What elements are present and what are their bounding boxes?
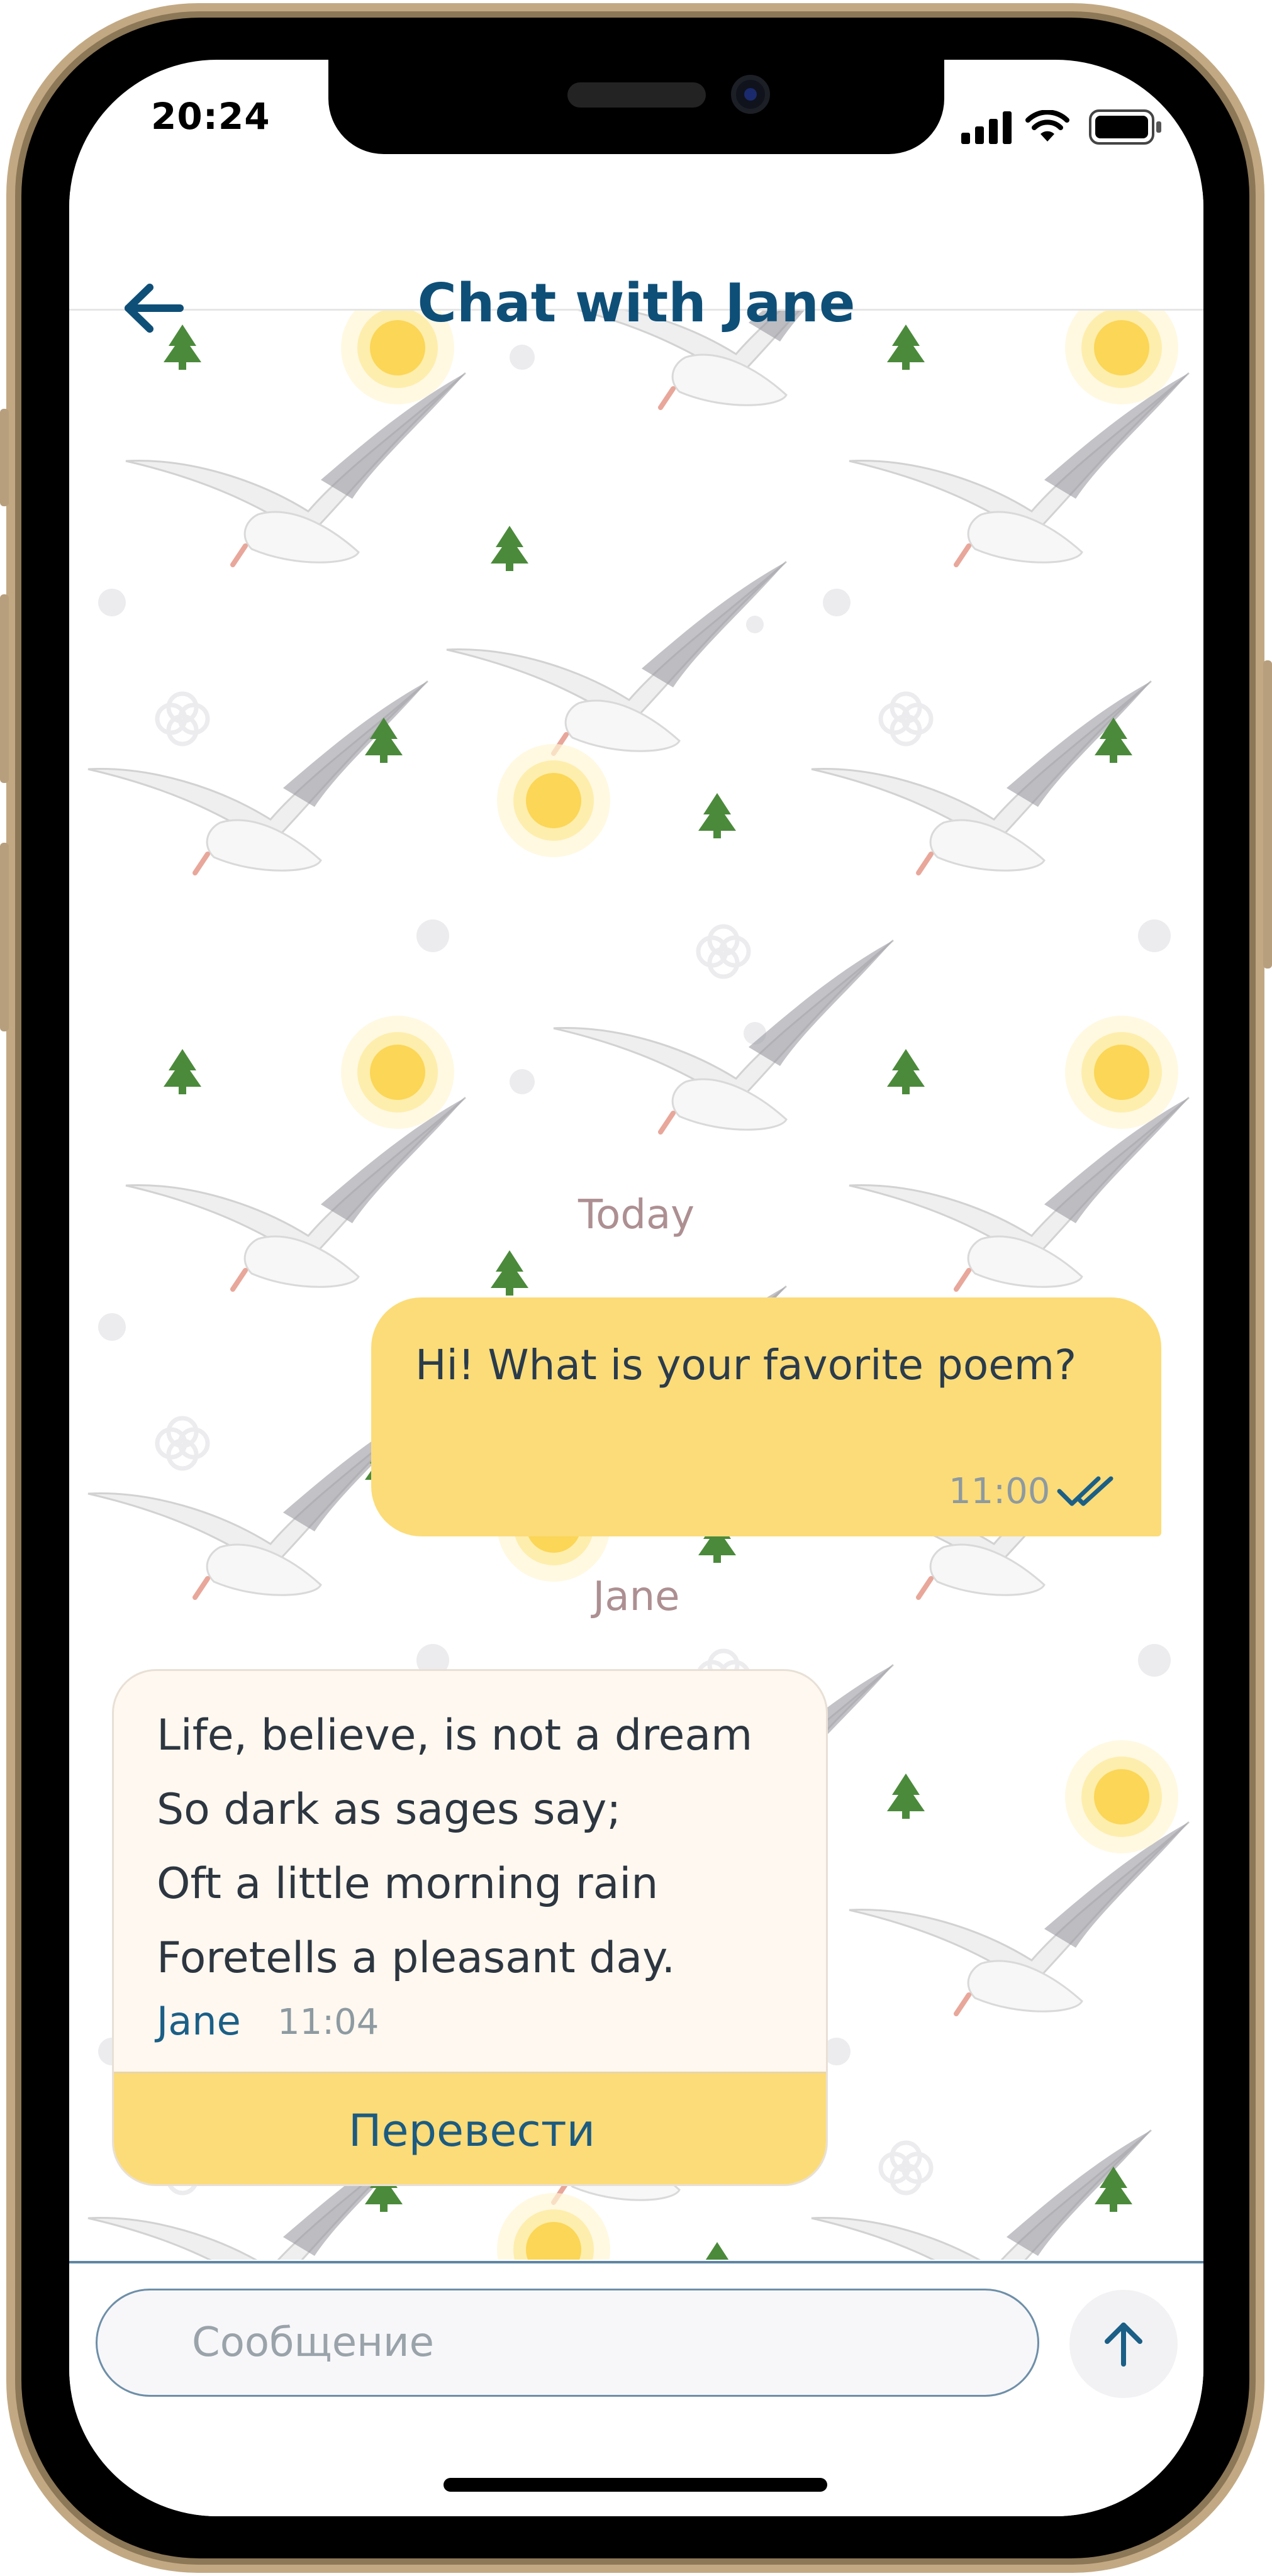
incoming-message-bubble[interactable]: Life, believe, is not a dream So dark as… — [112, 1669, 828, 2186]
message-time: 11:00 — [949, 1471, 1051, 1512]
signal-icon — [961, 111, 1012, 144]
poem-line: Life, believe, is not a dream — [157, 1711, 753, 1760]
translate-button[interactable]: Перевести — [114, 2072, 826, 2184]
double-check-icon — [1057, 1476, 1113, 1506]
poem-text: Life, believe, is not a dream So dark as… — [157, 1699, 811, 1996]
outgoing-message-bubble[interactable]: Hi! What is your favorite poem? 11:00 — [371, 1297, 1161, 1536]
front-camera — [731, 75, 770, 114]
notch — [328, 60, 944, 154]
message-time: 11:04 — [277, 2002, 379, 2043]
home-indicator[interactable] — [444, 2478, 827, 2492]
send-button[interactable] — [1069, 2290, 1178, 2398]
message-text: Hi! What is your favorite poem? — [415, 1341, 1077, 1389]
message-sender-name: Jane — [157, 1998, 241, 2044]
volume-down-button — [0, 843, 9, 1031]
poem-line: Oft a little morning rain — [157, 1859, 659, 1909]
poem-line: Foretells a pleasant day. — [157, 1933, 676, 1983]
earpiece-speaker — [567, 82, 706, 108]
day-separator: Today — [577, 1192, 695, 1238]
power-button — [1263, 660, 1272, 969]
message-input[interactable] — [96, 2289, 1039, 2397]
chat-header: Chat with Jane — [69, 192, 1203, 335]
volume-up-button — [0, 594, 9, 783]
poem-line: So dark as sages say; — [157, 1785, 622, 1835]
sender-label: Jane — [593, 1574, 680, 1620]
wifi-icon — [1025, 110, 1069, 142]
battery-icon — [1089, 109, 1161, 145]
send-arrow-icon — [1105, 2323, 1142, 2367]
status-time: 20:24 — [151, 95, 271, 138]
side-button — [0, 409, 9, 506]
page-title: Chat with Jane — [417, 272, 856, 335]
phone-screen: 20:24 Chat with Jane Today Hi! What is y… — [69, 60, 1203, 2516]
